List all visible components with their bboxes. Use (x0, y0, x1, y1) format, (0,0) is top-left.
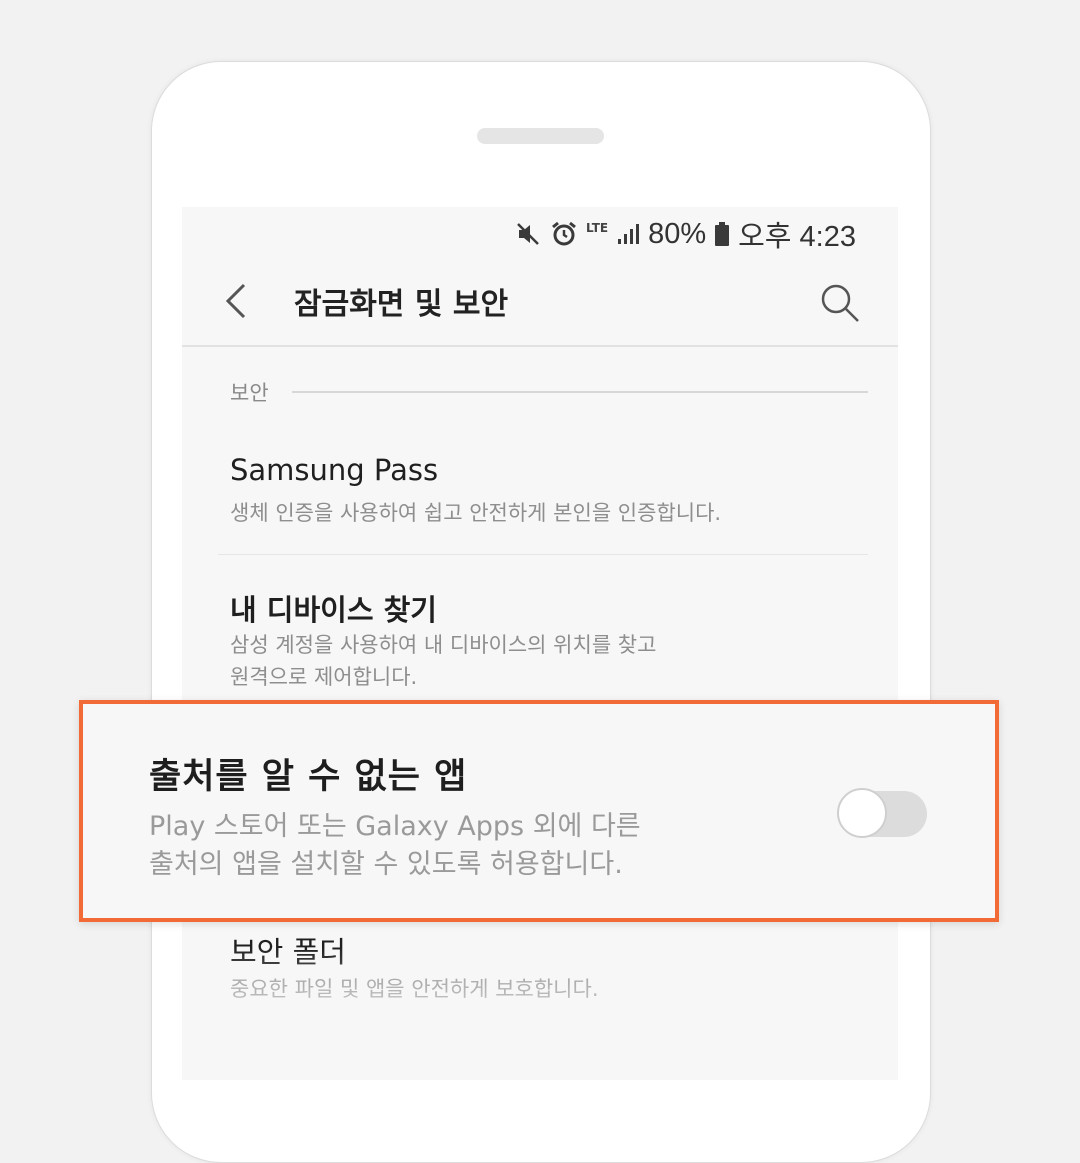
unknown-sources-toggle[interactable] (837, 788, 927, 840)
item-title: Samsung Pass (230, 453, 439, 487)
search-button[interactable] (818, 281, 862, 325)
item-divider (218, 554, 868, 555)
phone-screen: LTE 80% 오후 4:23 잠금화면 및 보안 보안 Samsung Pas… (182, 207, 898, 1080)
highlighted-setting-unknown-sources[interactable]: 출처를 알 수 없는 앱 Play 스토어 또는 Galaxy Apps 외에 … (79, 700, 999, 922)
back-button[interactable] (220, 279, 252, 323)
search-icon (821, 284, 859, 322)
clock: 오후 4:23 (738, 221, 856, 253)
phone-speaker (477, 128, 604, 144)
back-arrow-icon (225, 283, 246, 319)
status-bar: LTE 80% 오후 4:23 (182, 207, 898, 253)
item-title: 내 디바이스 찾기 (230, 593, 437, 627)
item-subtitle: 원격으로 제어합니다. (230, 665, 418, 689)
section-divider (292, 391, 868, 393)
signal-icon (616, 222, 640, 246)
battery-percent: 80% (648, 217, 707, 250)
setting-subtitle: Play 스토어 또는 Galaxy Apps 외에 다른 출처의 앱을 설치할… (149, 808, 641, 884)
toggle-thumb (837, 788, 887, 838)
network-type: LTE (586, 221, 609, 235)
item-subtitle: 생체 인증을 사용하여 쉽고 안전하게 본인을 인증합니다. (230, 501, 722, 525)
section-header: 보안 (230, 381, 269, 405)
mute-icon (516, 221, 542, 247)
page-title: 잠금화면 및 보안 (294, 287, 509, 322)
item-title: 보안 폴더 (230, 935, 346, 969)
item-subtitle: 삼성 계정을 사용하여 내 디바이스의 위치를 찾고 (230, 633, 657, 657)
appbar-divider (182, 345, 898, 347)
setting-title: 출처를 알 수 없는 앱 (149, 757, 468, 797)
battery-icon (714, 221, 730, 247)
setting-subtitle-line: 출처의 앱을 설치할 수 있도록 허용합니다. (149, 849, 623, 880)
setting-subtitle-line: Play 스토어 또는 Galaxy Apps 외에 다른 (149, 811, 641, 842)
item-subtitle: 중요한 파일 및 앱을 안전하게 보호합니다. (230, 977, 599, 1001)
alarm-icon (550, 220, 578, 248)
